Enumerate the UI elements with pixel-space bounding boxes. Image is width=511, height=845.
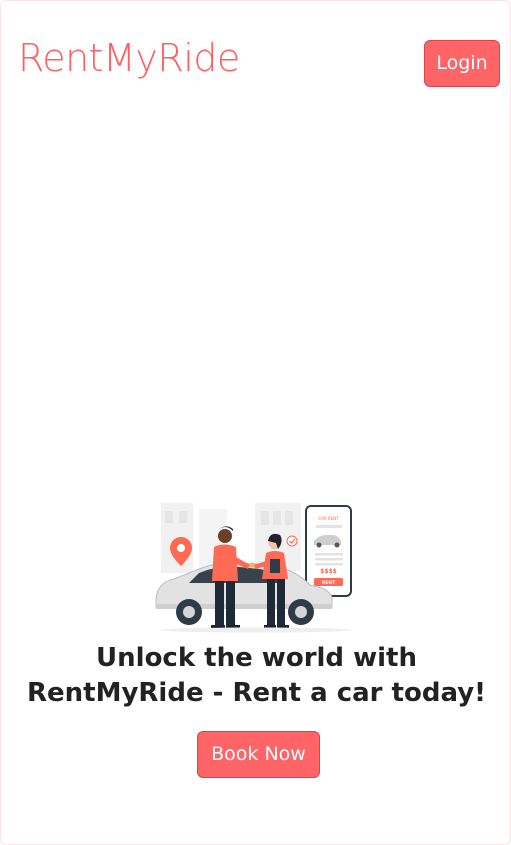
key-icon <box>249 562 255 568</box>
page-frame: RentMyRide Login CAR RENT $$$$ RENT Unlo… <box>0 0 511 845</box>
rent-button-text: RENT <box>322 580 336 586</box>
background-window <box>179 511 187 523</box>
price-text: $$$$ <box>320 568 337 575</box>
brand-logo[interactable]: RentMyRide <box>18 34 240 82</box>
check-icon <box>286 535 298 547</box>
background-window <box>285 511 293 525</box>
hero-headline-line1: Unlock the world with <box>96 643 417 673</box>
ground-shadow <box>161 627 351 633</box>
background-window <box>273 511 281 525</box>
car-rental-illustration: CAR RENT $$$$ RENT <box>155 503 352 633</box>
phone-caption: CAR RENT <box>318 516 339 521</box>
hero-headline-line2: RentMyRide - Rent a car today! <box>26 678 486 708</box>
background-window <box>165 511 173 523</box>
book-now-button[interactable]: Book Now <box>197 731 320 778</box>
hero-headline: Unlock the world with RentMyRide - Rent … <box>1 641 511 711</box>
background-window <box>261 511 269 525</box>
login-button[interactable]: Login <box>424 40 500 87</box>
phone-icon: CAR RENT $$$$ RENT <box>305 505 352 597</box>
